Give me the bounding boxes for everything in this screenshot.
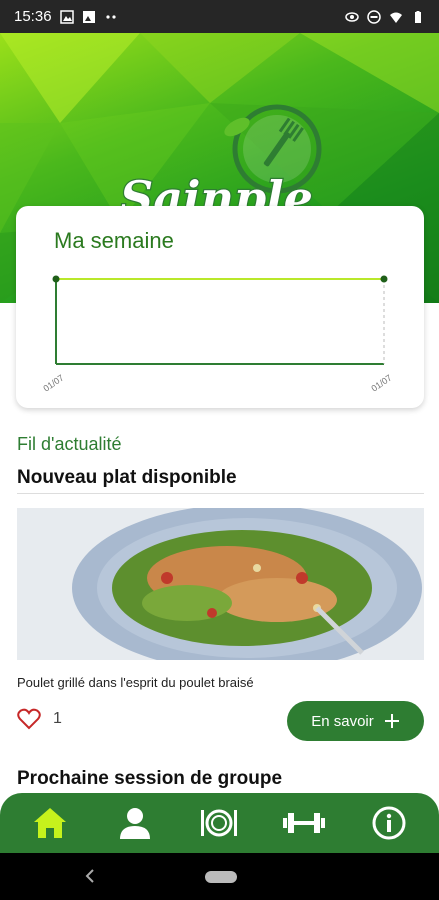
- image-icon: [82, 10, 95, 23]
- dish-photo[interactable]: [17, 508, 424, 660]
- nav-home[interactable]: [20, 798, 80, 848]
- dumbbell-icon: [283, 813, 326, 833]
- week-chart: 01/07 01/07: [41, 275, 394, 394]
- profile-icon: [119, 808, 150, 839]
- eye-icon: [345, 11, 359, 22]
- plus-icon: [384, 714, 399, 728]
- wifi-icon: [390, 12, 402, 23]
- dnd-icon: [367, 9, 381, 24]
- week-title: Ma semaine: [54, 228, 174, 253]
- learn-more-label: En savoir: [311, 712, 374, 730]
- battery-icon: [415, 10, 421, 23]
- info-icon: [372, 806, 406, 840]
- next-session-title: Prochaine session de groupe: [17, 768, 283, 789]
- nav-meals[interactable]: [189, 798, 249, 848]
- nav-profile[interactable]: [105, 798, 165, 848]
- more-dots-icon: [105, 14, 116, 19]
- data-point: [52, 275, 60, 283]
- data-point: [380, 275, 388, 283]
- dish-caption: Poulet grillé dans l'esprit du poulet br…: [17, 675, 254, 690]
- divider: [17, 493, 424, 494]
- likes-count: 1: [53, 710, 62, 727]
- x-tick-label: 01/07: [41, 373, 65, 394]
- back-icon[interactable]: [84, 867, 96, 885]
- feed-section-title: Fil d'actualité: [17, 434, 122, 454]
- home-pill[interactable]: [205, 871, 237, 883]
- x-tick-label: 01/07: [369, 373, 393, 394]
- heart-icon[interactable]: [17, 708, 41, 730]
- home-icon: [34, 808, 67, 838]
- status-bar: 15:36: [0, 0, 439, 33]
- nav-workout[interactable]: [274, 798, 334, 848]
- learn-more-button[interactable]: En savoir: [287, 701, 424, 741]
- week-card: Ma semaine 01/07 01/07: [16, 206, 424, 408]
- nav-info[interactable]: [359, 798, 419, 848]
- system-nav-bar: [0, 853, 439, 900]
- news-card-title: Nouveau plat disponible: [17, 467, 237, 488]
- status-time: 15:36: [14, 8, 52, 25]
- plate-icon: [201, 809, 238, 837]
- likes: 1: [17, 708, 62, 730]
- bottom-nav: [0, 793, 439, 853]
- gallery-icon: [59, 9, 74, 24]
